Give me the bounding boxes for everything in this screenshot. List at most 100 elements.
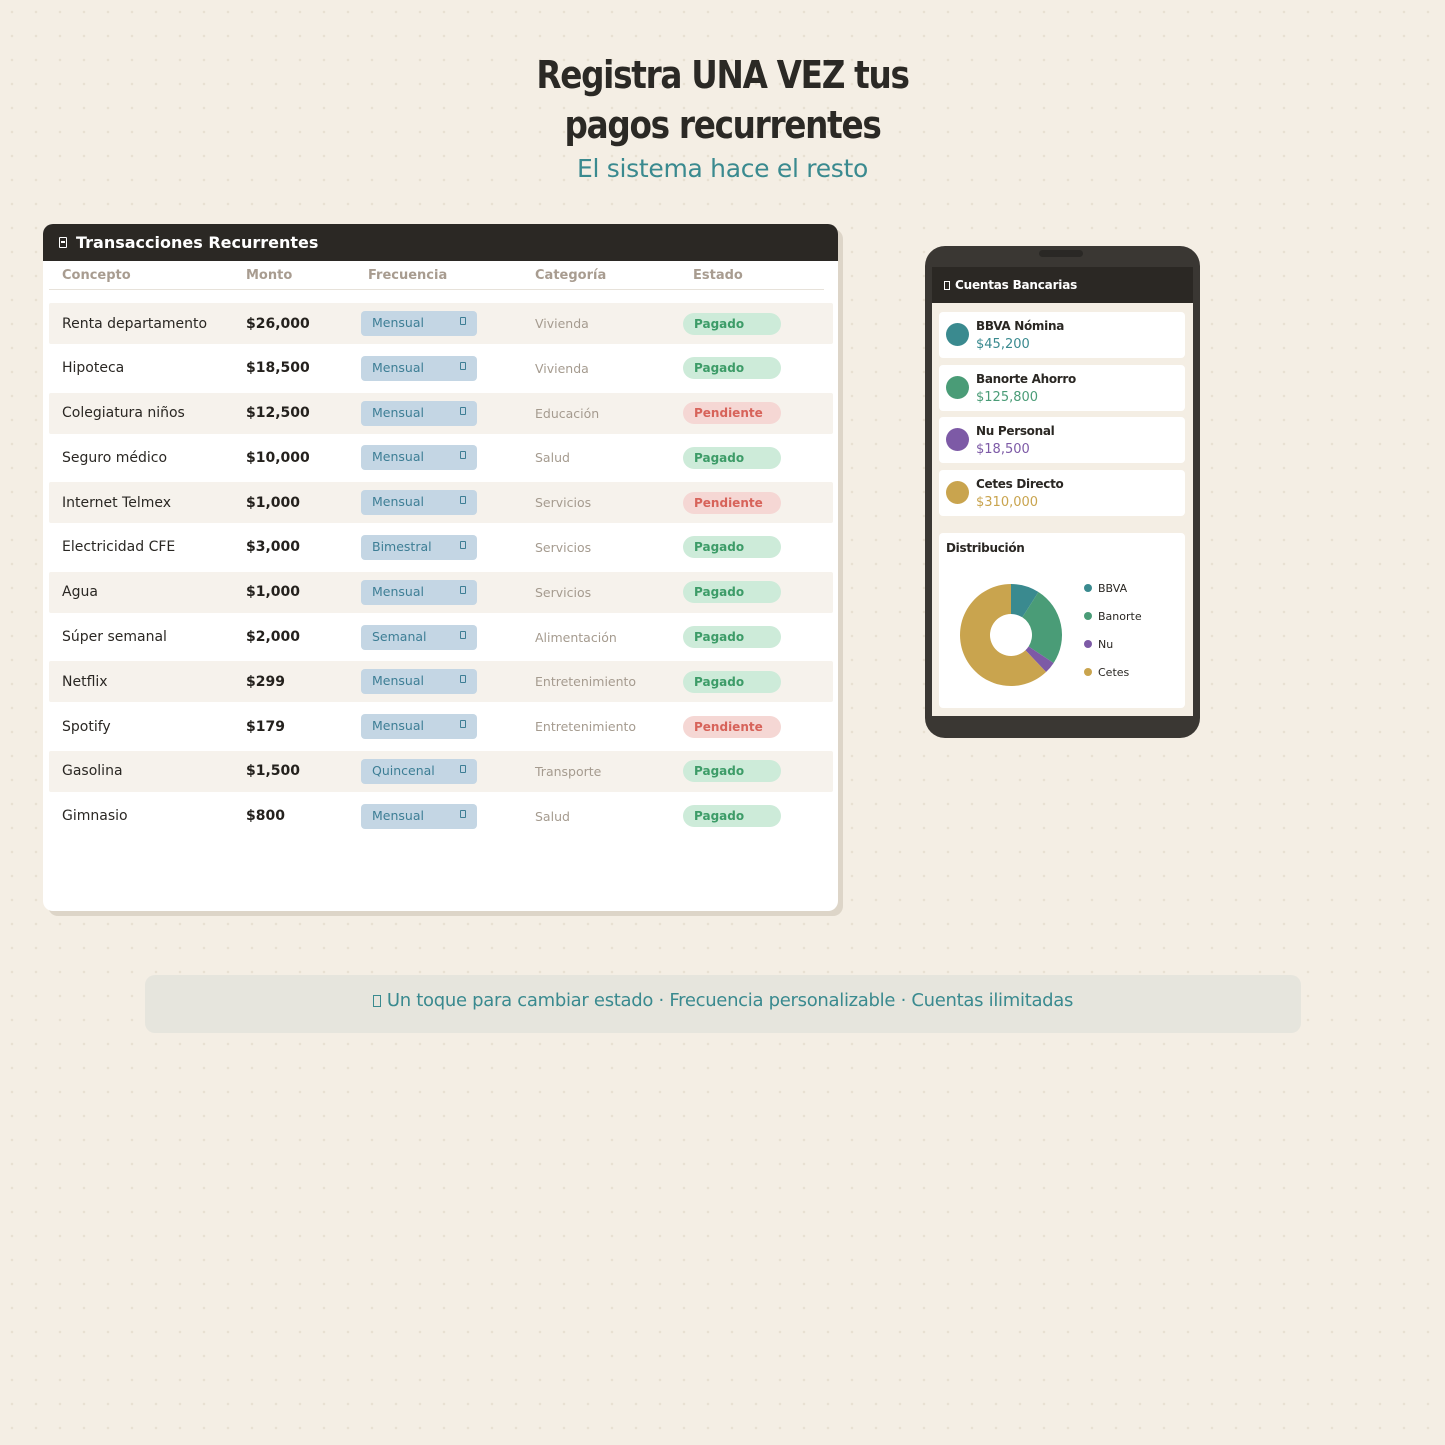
column-header-frequency: Frecuencia (368, 268, 448, 283)
row-status-cell: Pendiente (683, 482, 781, 523)
account-card[interactable]: BBVA Nómina $45,200 (939, 312, 1185, 358)
phone-notch (1039, 250, 1083, 257)
table-row: Seguro médico $10,000 Mensual Salud Pagado (49, 437, 833, 478)
column-header-status: Estado (693, 268, 743, 283)
row-concept: Seguro médico (62, 449, 168, 466)
frequency-dropdown[interactable]: Mensual (361, 445, 477, 471)
status-toggle[interactable]: Pagado (683, 670, 781, 693)
row-frequency-cell: Semanal (361, 617, 477, 658)
dropdown-icon (460, 585, 466, 594)
frequency-dropdown[interactable]: Mensual (361, 355, 477, 381)
account-card[interactable]: Nu Personal $18,500 (939, 417, 1185, 463)
dropdown-icon (460, 540, 466, 549)
transactions-card: Transacciones Recurrentes Concepto Monto… (43, 224, 838, 911)
legend-swatch (1084, 584, 1092, 592)
hero: Registra UNA VEZ tus pagos recurrentes E… (0, 50, 1445, 183)
row-status-cell: Pagado (683, 572, 781, 613)
status-toggle[interactable]: Pagado (683, 760, 781, 783)
row-frequency-cell: Mensual (361, 348, 477, 389)
frequency-dropdown[interactable]: Mensual (361, 669, 477, 695)
distribution-donut-chart (960, 584, 1062, 686)
row-category: Salud (535, 450, 570, 466)
row-amount: $1,000 (246, 494, 301, 511)
distribution-title: Distribución (946, 541, 1025, 555)
frequency-dropdown[interactable]: Semanal (361, 624, 477, 650)
row-status-cell: Pagado (683, 527, 781, 568)
frequency-dropdown[interactable]: Mensual (361, 311, 477, 336)
hero-title: Registra UNA VEZ tus pagos recurrentes (101, 50, 1344, 150)
account-balance: $125,800 (976, 389, 1039, 405)
row-category: Servicios (535, 539, 592, 555)
frequency-dropdown[interactable]: Bimestral (361, 534, 477, 560)
row-category: Salud (535, 808, 570, 824)
row-status-cell: Pagado (683, 348, 781, 389)
status-toggle[interactable]: Pagado (683, 312, 781, 335)
row-frequency-cell: Mensual (361, 437, 477, 478)
account-card[interactable]: Cetes Directo $310,000 (939, 469, 1185, 516)
row-concept: Renta departamento (62, 315, 208, 332)
frequency-label: Mensual (372, 583, 424, 599)
row-category: Servicios (535, 495, 592, 511)
row-concept: Spotify (62, 718, 111, 735)
row-status-cell: Pagado (683, 617, 781, 658)
row-concept: Internet Telmex (62, 494, 172, 511)
frequency-label: Quincenal (372, 762, 435, 778)
document-icon (59, 237, 67, 248)
frequency-dropdown[interactable]: Mensual (361, 400, 477, 426)
status-toggle[interactable]: Pagado (683, 536, 781, 559)
row-frequency-cell: Mensual (361, 482, 477, 523)
transactions-title: Transacciones Recurrentes (76, 233, 319, 252)
row-frequency-cell: Mensual (361, 706, 477, 747)
frequency-label: Mensual (372, 315, 424, 330)
account-color-icon (946, 480, 969, 504)
legend-label: BBVA (1098, 582, 1128, 595)
status-toggle[interactable]: Pagado (683, 626, 781, 649)
row-concept: Gimnasio (62, 808, 128, 825)
status-toggle[interactable]: Pendiente (683, 402, 781, 425)
row-concept: Netflix (62, 673, 108, 690)
row-frequency-cell: Mensual (361, 303, 477, 344)
account-name: Banorte Ahorro (976, 371, 1076, 386)
dropdown-icon (460, 630, 466, 639)
frequency-label: Mensual (372, 718, 424, 734)
status-toggle[interactable]: Pendiente (683, 491, 781, 514)
frequency-dropdown[interactable]: Mensual (361, 490, 477, 516)
row-concept: Agua (62, 584, 98, 601)
frequency-label: Mensual (372, 494, 424, 510)
row-concept: Electricidad CFE (62, 539, 176, 556)
table-row: Súper semanal $2,000 Semanal Alimentación Pa… (49, 617, 833, 658)
table-row: Gasolina $1,500 Quincenal Transporte Pagado (49, 750, 833, 792)
feature-banner: Un toque para cambiar estado · Frecuenci… (145, 975, 1301, 1033)
status-toggle[interactable]: Pagado (683, 446, 781, 469)
account-card[interactable]: Banorte Ahorro $125,800 (939, 364, 1185, 411)
frequency-dropdown[interactable]: Mensual (361, 579, 477, 605)
status-toggle[interactable]: Pagado (683, 805, 781, 828)
frequency-dropdown[interactable]: Mensual (361, 803, 477, 829)
dropdown-icon (460, 496, 466, 505)
row-concept: Gasolina (62, 763, 123, 780)
row-amount: $800 (246, 808, 285, 825)
phone-screen: Cuentas Bancarias BBVA Nómina $45,200 Bano… (932, 267, 1193, 716)
frequency-dropdown[interactable]: Quincenal (361, 758, 477, 784)
row-category: Vivienda (535, 316, 589, 331)
table-row: Netflix $299 Mensual Entretenimiento Pagado (49, 661, 833, 703)
table-row: Gimnasio $800 Mensual Salud Pagado (49, 796, 833, 837)
row-amount: $26,000 (246, 315, 310, 332)
frequency-label: Semanal (372, 628, 427, 644)
status-toggle[interactable]: Pendiente (683, 715, 781, 738)
row-status-cell: Pagado (683, 661, 781, 702)
account-name: BBVA Nómina (976, 319, 1064, 333)
table-row: Colegiatura niños $12,500 Mensual Educación… (49, 392, 833, 434)
frequency-dropdown[interactable]: Mensual (361, 714, 477, 740)
account-name: Cetes Directo (976, 476, 1064, 491)
account-balance: $45,200 (976, 337, 1030, 352)
status-toggle[interactable]: Pagado (683, 357, 781, 380)
frequency-label: Mensual (372, 673, 424, 689)
row-status-cell: Pagado (683, 437, 781, 478)
status-toggle[interactable]: Pagado (683, 581, 781, 604)
frequency-label: Mensual (372, 807, 424, 823)
account-color-icon (946, 323, 969, 346)
row-frequency-cell: Bimestral (361, 527, 477, 568)
row-frequency-cell: Mensual (361, 393, 477, 434)
row-status-cell: Pendiente (683, 393, 781, 434)
